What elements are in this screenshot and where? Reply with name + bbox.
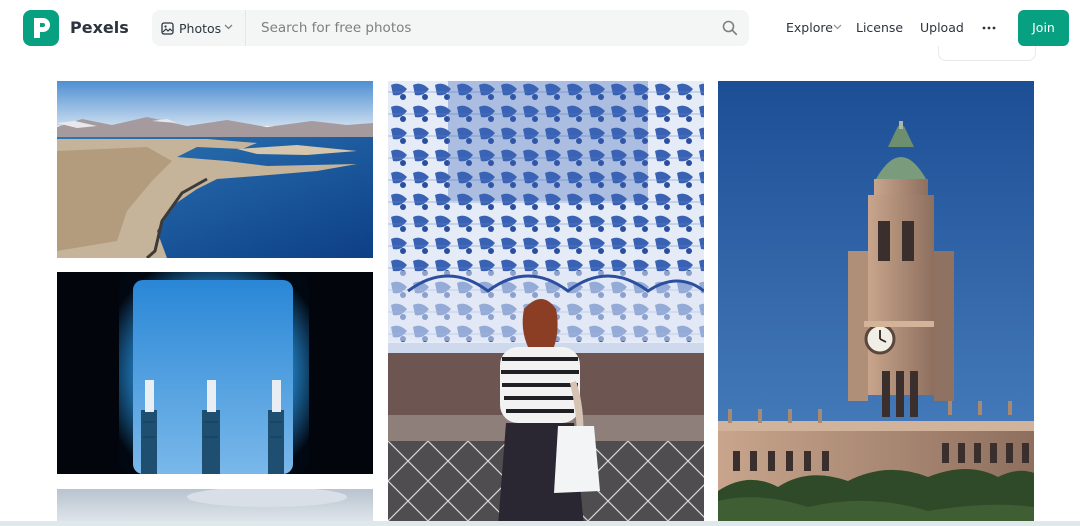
nav-explore[interactable]: Explore [786,20,833,35]
logo-wordmark[interactable]: Pexels [70,18,129,37]
filter-pill[interactable] [938,46,1036,61]
pexels-logo-icon[interactable] [23,10,59,46]
search-bar: Photos [152,10,749,46]
more-horizontal-icon[interactable] [982,26,996,30]
photo-azulejo-tiles-woman[interactable] [388,81,704,526]
photo-clock-tower[interactable] [718,81,1034,526]
chevron-down-icon [833,24,842,30]
photo-window-chimneys[interactable] [57,272,373,474]
search-icon[interactable] [721,19,739,37]
nav-license[interactable]: License [856,20,903,35]
search-type-dropdown[interactable]: Photos [152,10,246,46]
page-bottom-edge [0,521,1080,526]
photo-lake-aerial[interactable] [57,81,373,258]
search-type-label: Photos [179,21,222,36]
chevron-down-icon [224,24,233,30]
nav-upload[interactable]: Upload [920,20,964,35]
image-icon [161,22,174,35]
join-button[interactable]: Join [1018,10,1069,46]
search-input[interactable] [255,10,707,46]
top-navigation-bar: Pexels Photos Explore License Upload Joi… [0,0,1080,60]
